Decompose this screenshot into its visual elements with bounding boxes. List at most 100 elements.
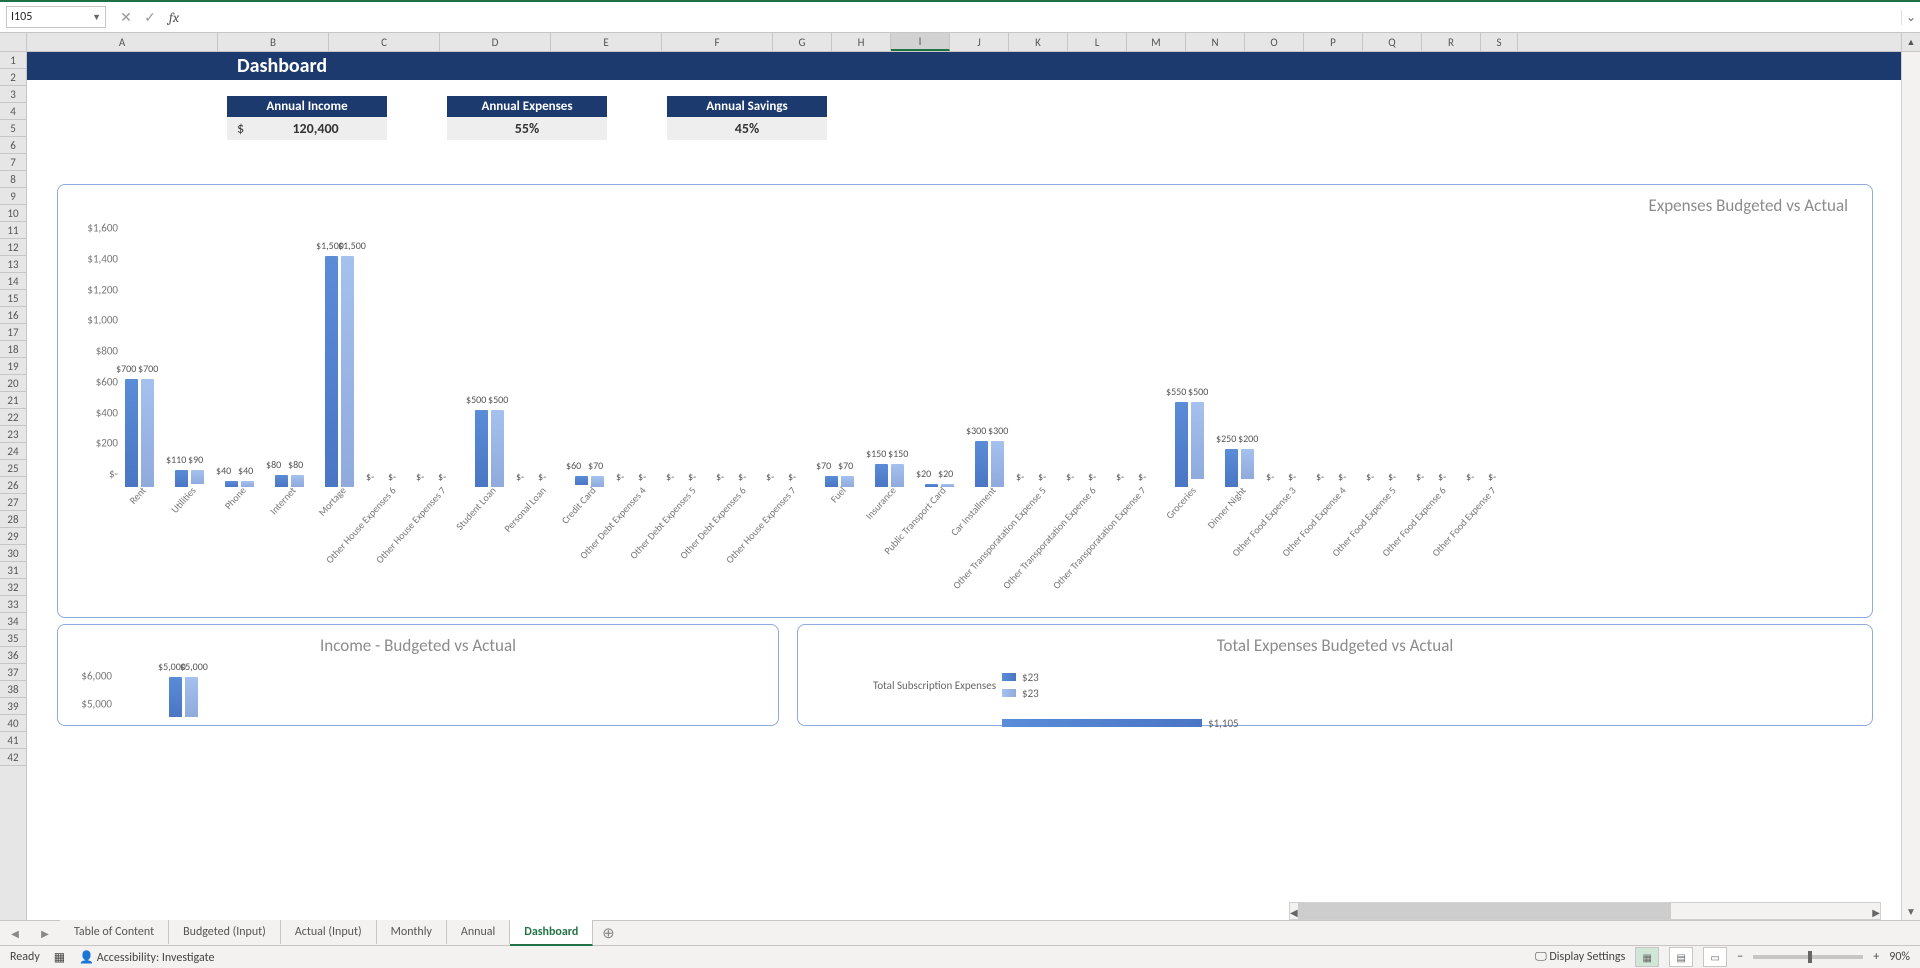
row-41[interactable]: 41 [0, 732, 26, 749]
row-16[interactable]: 16 [0, 307, 26, 324]
col-N[interactable]: N [1186, 33, 1245, 51]
fx-icon[interactable]: fx [162, 5, 186, 29]
cancel-icon[interactable]: ✕ [114, 5, 138, 29]
scroll-left-icon[interactable]: ◀ [1290, 903, 1298, 920]
col-O[interactable]: O [1245, 33, 1304, 51]
row-22[interactable]: 22 [0, 409, 26, 426]
row-2[interactable]: 2 [0, 69, 26, 86]
horizontal-scrollbar[interactable]: ◀ ▶ [1289, 902, 1881, 920]
display-settings-button[interactable]: 🖵 Display Settings [1535, 950, 1625, 964]
row-9[interactable]: 9 [0, 188, 26, 205]
row-8[interactable]: 8 [0, 171, 26, 188]
row-29[interactable]: 29 [0, 528, 26, 545]
scroll-up-icon[interactable]: ▲ [1901, 33, 1920, 51]
col-P[interactable]: P [1304, 33, 1363, 51]
row-10[interactable]: 10 [0, 205, 26, 222]
row-18[interactable]: 18 [0, 341, 26, 358]
row-26[interactable]: 26 [0, 477, 26, 494]
col-S[interactable]: S [1481, 33, 1518, 51]
row-28[interactable]: 28 [0, 511, 26, 528]
row-24[interactable]: 24 [0, 443, 26, 460]
scroll-right-icon[interactable]: ▶ [1872, 903, 1880, 920]
expand-formula-icon[interactable]: ⌄ [1901, 10, 1920, 25]
col-M[interactable]: M [1127, 33, 1186, 51]
col-R[interactable]: R [1422, 33, 1481, 51]
status-bar: Ready ▦ 👤 Accessibility: Investigate 🖵 D… [0, 945, 1920, 968]
sheet-tab[interactable]: Actual (Input) [281, 920, 377, 944]
sheet-tab[interactable]: Annual [447, 920, 510, 944]
row-42[interactable]: 42 [0, 749, 26, 766]
row-12[interactable]: 12 [0, 239, 26, 256]
row-21[interactable]: 21 [0, 392, 26, 409]
col-G[interactable]: G [773, 33, 832, 51]
sheet-tab[interactable]: Budgeted (Input) [169, 920, 281, 944]
scroll-down-icon[interactable]: ▼ [1902, 902, 1920, 920]
chart-expenses[interactable]: Expenses Budgeted vs Actual $-$200$400$6… [57, 184, 1873, 618]
row-19[interactable]: 19 [0, 358, 26, 375]
row-35[interactable]: 35 [0, 630, 26, 647]
zoom-slider[interactable] [1753, 955, 1863, 959]
row-20[interactable]: 20 [0, 375, 26, 392]
add-sheet-button[interactable]: ⊕ [593, 924, 623, 943]
vertical-scrollbar[interactable]: ▼ [1901, 52, 1920, 920]
row-6[interactable]: 6 [0, 137, 26, 154]
chart-total-expenses[interactable]: Total Expenses Budgeted vs Actual Total … [797, 624, 1873, 726]
row-37[interactable]: 37 [0, 664, 26, 681]
macros-icon[interactable]: ▦ [54, 950, 65, 965]
row-40[interactable]: 40 [0, 715, 26, 732]
accessibility-status[interactable]: 👤 Accessibility: Investigate [79, 950, 214, 965]
col-A[interactable]: A [27, 33, 218, 51]
row-38[interactable]: 38 [0, 681, 26, 698]
row-23[interactable]: 23 [0, 426, 26, 443]
row-17[interactable]: 17 [0, 324, 26, 341]
col-I[interactable]: I [891, 33, 950, 51]
sheet-tab[interactable]: Dashboard [510, 920, 593, 946]
zoom-level[interactable]: 90% [1889, 950, 1910, 964]
col-H[interactable]: H [832, 33, 891, 51]
row-1[interactable]: 1 [0, 52, 26, 69]
row-36[interactable]: 36 [0, 647, 26, 664]
row-31[interactable]: 31 [0, 562, 26, 579]
row-4[interactable]: 4 [0, 103, 26, 120]
chevron-down-icon[interactable]: ▼ [92, 12, 101, 23]
row-30[interactable]: 30 [0, 545, 26, 562]
select-all-corner[interactable] [0, 33, 27, 51]
tab-nav[interactable]: ◀▶ [0, 927, 60, 940]
col-B[interactable]: B [218, 33, 329, 51]
row-34[interactable]: 34 [0, 613, 26, 630]
col-Q[interactable]: Q [1363, 33, 1422, 51]
col-D[interactable]: D [440, 33, 551, 51]
col-C[interactable]: C [329, 33, 440, 51]
row-33[interactable]: 33 [0, 596, 26, 613]
sheet-tab[interactable]: Monthly [377, 920, 447, 944]
row-headers: 1234567891011121314151617181920212223242… [0, 52, 27, 920]
col-F[interactable]: F [662, 33, 773, 51]
zoom-in-button[interactable]: + [1873, 950, 1879, 964]
col-L[interactable]: L [1068, 33, 1127, 51]
row-27[interactable]: 27 [0, 494, 26, 511]
col-J[interactable]: J [950, 33, 1009, 51]
row-5[interactable]: 5 [0, 120, 26, 137]
row-25[interactable]: 25 [0, 460, 26, 477]
col-E[interactable]: E [551, 33, 662, 51]
row-3[interactable]: 3 [0, 86, 26, 103]
row-11[interactable]: 11 [0, 222, 26, 239]
worksheet[interactable]: Dashboard Annual Income $120,400 Annual … [27, 52, 1901, 920]
chart-title: Total Expenses Budgeted vs Actual [798, 635, 1872, 656]
sheet-tab[interactable]: Table of Content [60, 920, 169, 944]
chart-income[interactable]: Income - Budgeted vs Actual $5,000$6,000… [57, 624, 779, 726]
view-normal-button[interactable]: ▦ [1635, 947, 1659, 967]
zoom-out-button[interactable]: − [1737, 950, 1743, 964]
col-K[interactable]: K [1009, 33, 1068, 51]
view-page-layout-button[interactable]: ▤ [1669, 947, 1693, 967]
row-7[interactable]: 7 [0, 154, 26, 171]
row-32[interactable]: 32 [0, 579, 26, 596]
check-icon[interactable]: ✓ [138, 5, 162, 29]
row-15[interactable]: 15 [0, 290, 26, 307]
formula-input[interactable] [186, 6, 1901, 28]
row-13[interactable]: 13 [0, 256, 26, 273]
view-page-break-button[interactable]: ▭ [1703, 947, 1727, 967]
row-39[interactable]: 39 [0, 698, 26, 715]
row-14[interactable]: 14 [0, 273, 26, 290]
name-box[interactable]: I105▼ [6, 6, 106, 28]
